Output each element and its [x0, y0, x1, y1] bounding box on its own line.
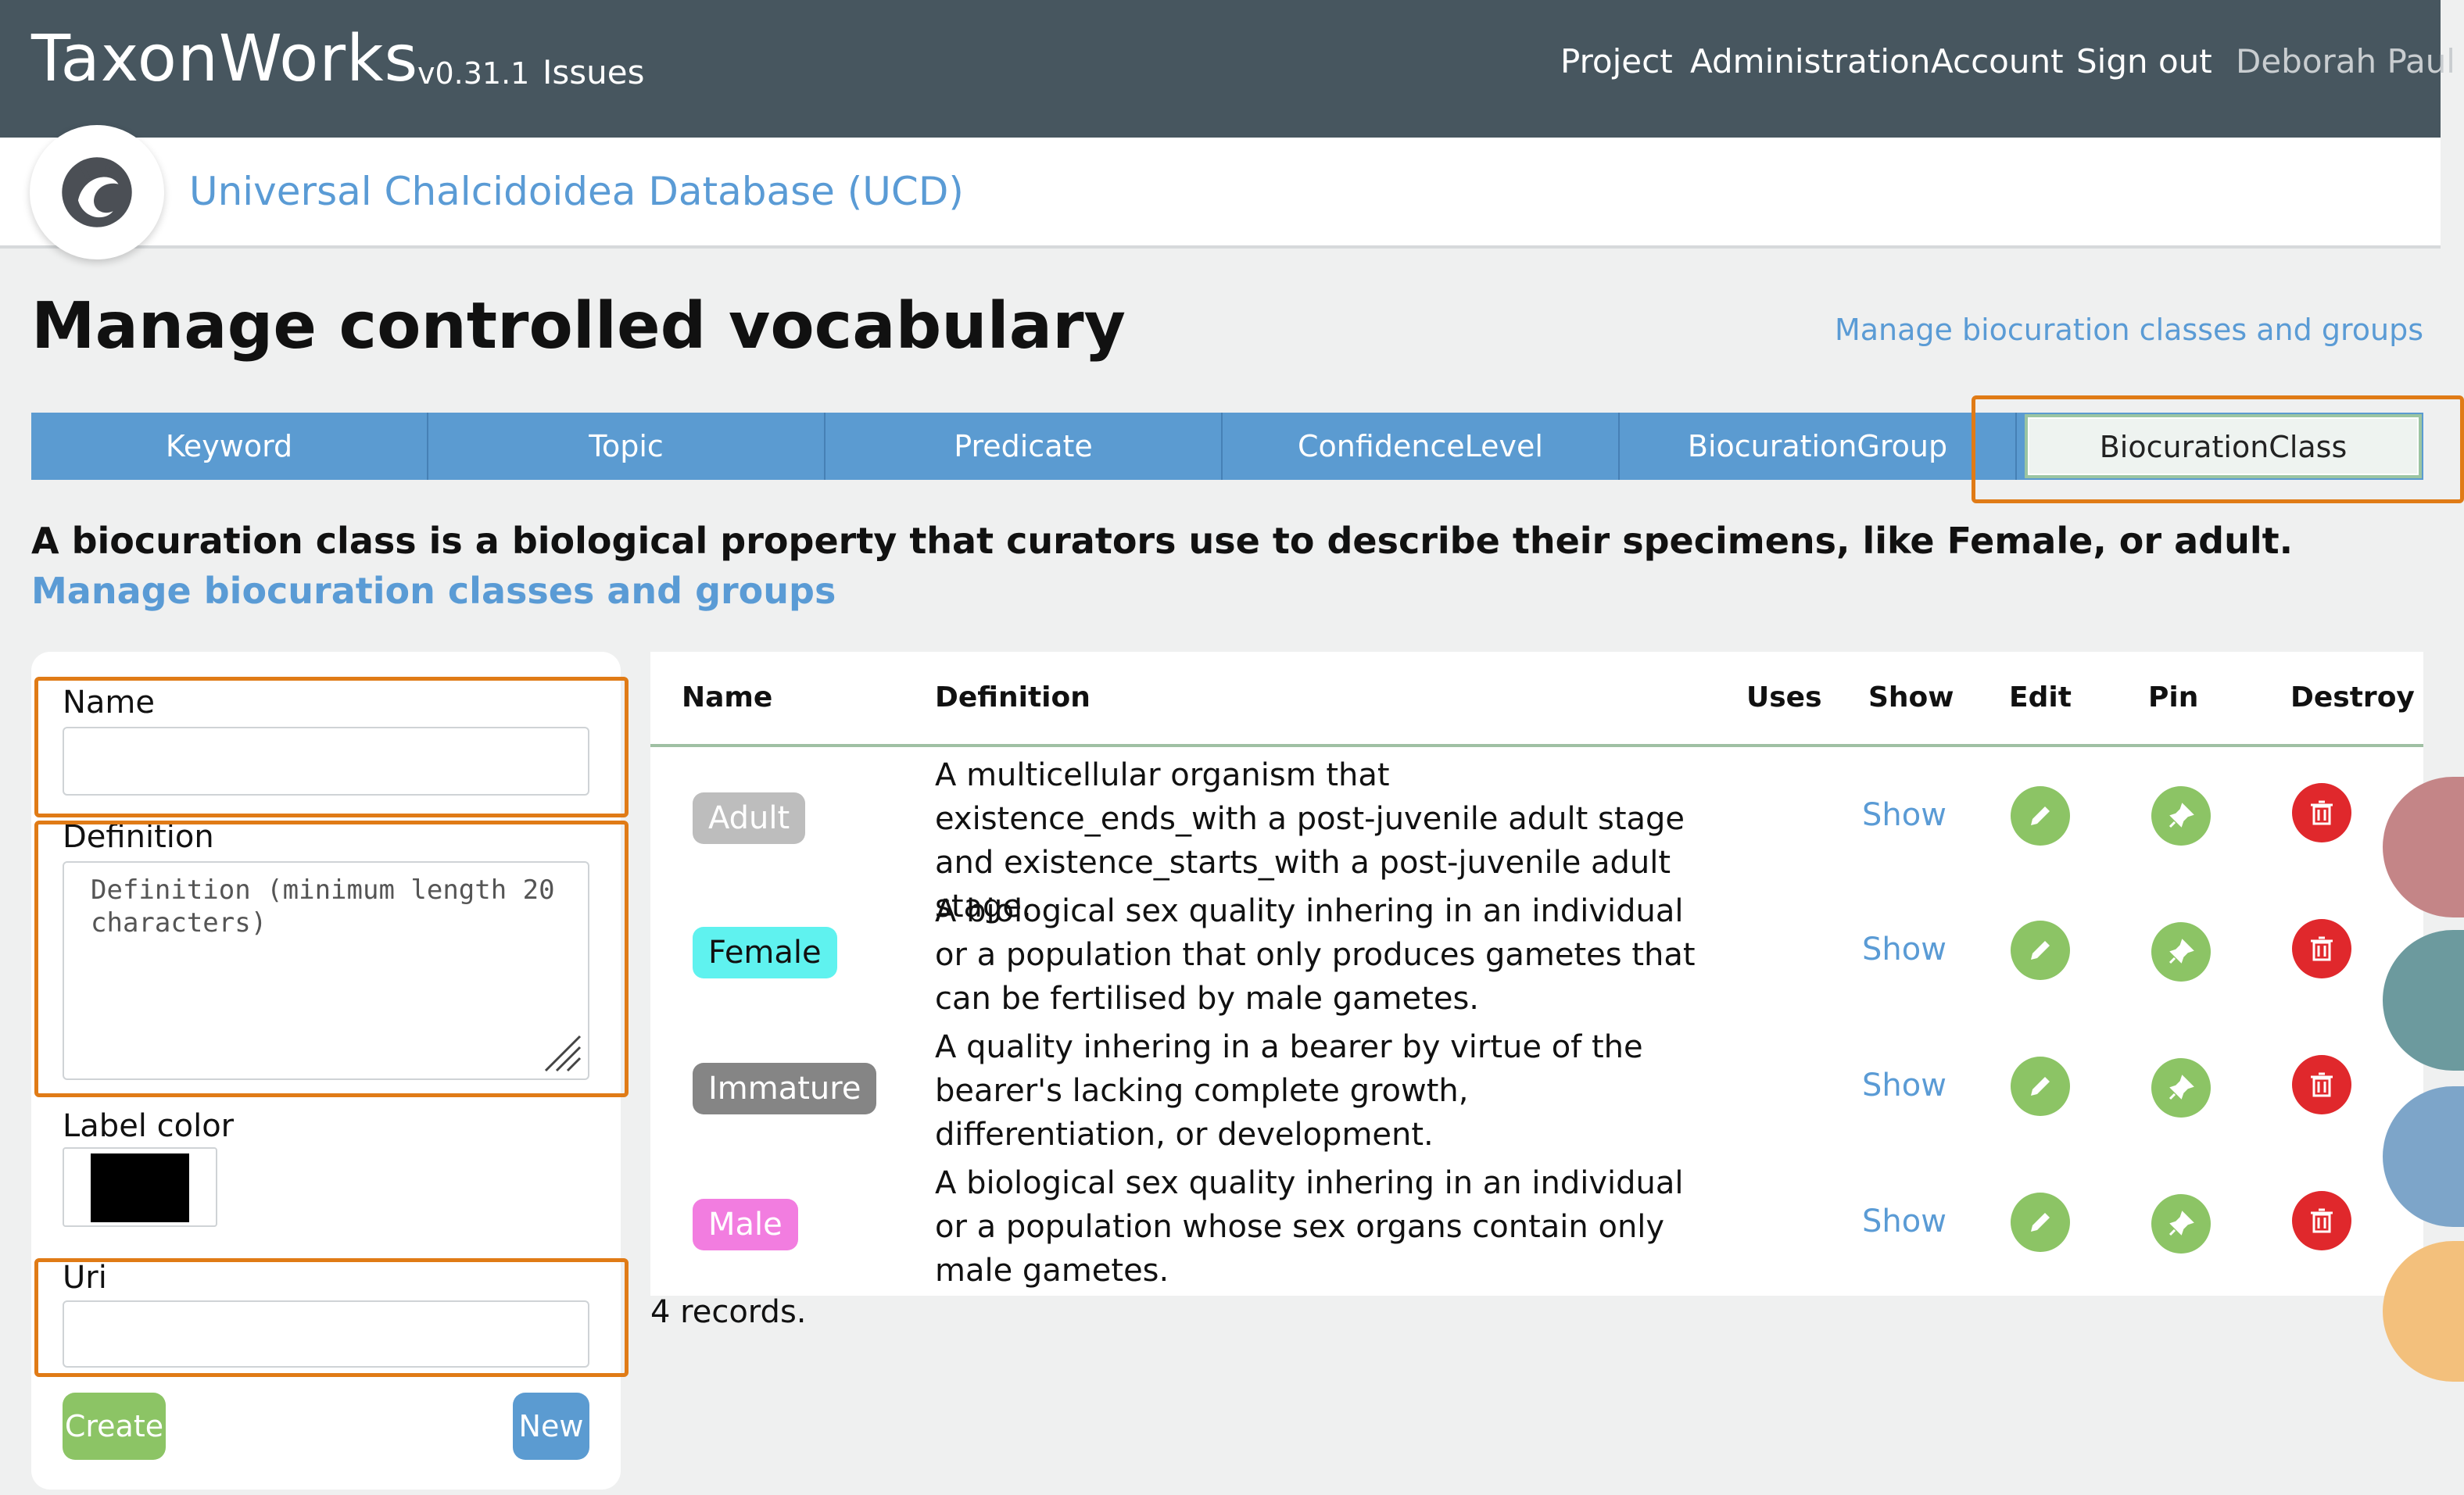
destroy-button-female[interactable] — [2292, 919, 2351, 978]
version-label: v0.31.1 — [417, 56, 530, 91]
edit-button-male[interactable] — [2011, 1193, 2070, 1252]
definition-textarea[interactable]: Definition (minimum length 20 characters… — [63, 861, 589, 1080]
destroy-button-male[interactable] — [2292, 1191, 2351, 1250]
page-title: Manage controlled vocabulary — [31, 289, 1126, 363]
description-text: A biocuration class is a biological prop… — [31, 520, 2294, 562]
trash-icon — [2311, 800, 2333, 825]
header-divider — [650, 744, 2423, 747]
col-header-uses: Uses — [1746, 681, 1822, 714]
label-color-picker[interactable] — [63, 1147, 217, 1227]
show-link-female[interactable]: Show — [1862, 932, 1946, 967]
pin-icon — [2169, 939, 2194, 964]
pencil-icon — [2031, 941, 2050, 960]
pin-icon — [2169, 803, 2194, 828]
resize-handle-icon[interactable] — [543, 1033, 583, 1074]
edit-button-female[interactable] — [2011, 921, 2070, 980]
tab-predicate[interactable]: Predicate — [826, 413, 1223, 480]
manage-biocuration-link[interactable]: Manage biocuration classes and groups — [1835, 313, 2423, 347]
edit-button-adult[interactable] — [2011, 786, 2070, 846]
issues-link[interactable]: Issues — [543, 53, 645, 91]
definition-immature: A quality inhering in a bearer by virtue… — [935, 1029, 1643, 1153]
tab-confidence-level[interactable]: ConfidenceLevel — [1223, 413, 1620, 480]
tab-keyword[interactable]: Keyword — [31, 413, 428, 480]
uri-input[interactable] — [63, 1300, 589, 1368]
show-link-male[interactable]: Show — [1862, 1204, 1946, 1239]
show-link-adult[interactable]: Show — [1862, 797, 1946, 833]
pencil-icon — [2031, 1213, 2050, 1232]
pencil-icon — [2031, 1077, 2050, 1096]
edit-button-immature[interactable] — [2011, 1057, 2070, 1116]
trash-icon — [2311, 1208, 2333, 1233]
tab-biocuration-group[interactable]: BiocurationGroup — [1620, 413, 2017, 480]
new-button[interactable]: New — [513, 1393, 589, 1460]
trash-icon — [2311, 936, 2333, 961]
destroy-button-adult[interactable] — [2292, 783, 2351, 842]
nav-sign-out[interactable]: Sign out — [2076, 42, 2212, 80]
show-link-immature[interactable]: Show — [1862, 1068, 1946, 1103]
col-header-edit: Edit — [2009, 681, 2072, 714]
nav-account[interactable]: Account — [1931, 42, 2064, 80]
description-manage-link[interactable]: Manage biocuration classes and groups — [31, 570, 836, 612]
trash-icon — [2311, 1072, 2333, 1097]
pencil-icon — [2031, 807, 2050, 825]
tag-adult[interactable]: Adult — [693, 792, 806, 844]
pin-button-immature[interactable] — [2151, 1058, 2211, 1118]
col-header-destroy: Destroy — [2290, 681, 2415, 714]
col-header-name: Name — [682, 681, 773, 714]
tab-topic[interactable]: Topic — [428, 413, 826, 480]
create-button[interactable]: Create — [63, 1393, 166, 1460]
pin-button-male[interactable] — [2151, 1194, 2211, 1254]
tag-male[interactable]: Male — [693, 1199, 798, 1250]
definition-female: A biological sex quality inhering in an … — [935, 893, 1696, 1017]
records-count: 4 records. — [650, 1294, 807, 1330]
col-header-show: Show — [1868, 681, 1954, 714]
description: A biocuration class is a biological prop… — [31, 516, 2392, 616]
brand-logo[interactable]: TaxonWorks — [31, 22, 418, 96]
definition-label: Definition — [63, 819, 214, 855]
tag-immature[interactable]: Immature — [693, 1063, 877, 1114]
project-name[interactable]: Universal Chalcidoidea Database (UCD) — [189, 169, 964, 214]
pin-icon — [2169, 1211, 2194, 1236]
destroy-button-immature[interactable] — [2292, 1055, 2351, 1114]
tag-female[interactable]: Female — [693, 927, 837, 978]
col-header-definition: Definition — [935, 681, 1091, 714]
col-header-pin: Pin — [2148, 681, 2199, 714]
tab-biocuration-class[interactable]: BiocurationClass — [2025, 414, 2422, 478]
pin-button-adult[interactable] — [2151, 786, 2211, 846]
pin-icon — [2169, 1075, 2194, 1100]
definition-male: A biological sex quality inhering in an … — [935, 1165, 1684, 1289]
nav-user[interactable]: Deborah Paul — [2236, 42, 2455, 80]
project-logo-icon[interactable] — [30, 125, 164, 259]
nav-administration[interactable]: Administration — [1690, 42, 1930, 80]
color-swatch — [91, 1153, 189, 1222]
label-color-label: Label color — [63, 1108, 235, 1144]
name-input[interactable] — [63, 727, 589, 796]
uri-label: Uri — [63, 1260, 107, 1296]
pin-button-female[interactable] — [2151, 922, 2211, 982]
nav-project[interactable]: Project — [1560, 42, 1673, 80]
name-label: Name — [63, 685, 156, 721]
